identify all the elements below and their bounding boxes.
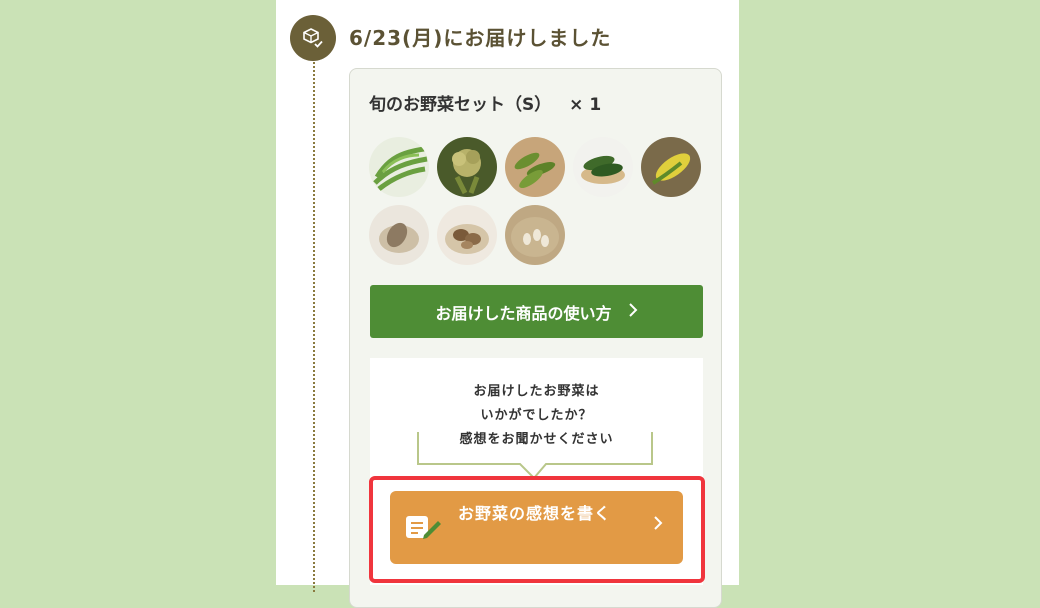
timeline-line [313, 62, 315, 592]
package-check-icon [290, 15, 336, 61]
note-pencil-icon [404, 513, 444, 547]
delivery-status-title: 6/23(月)にお届けしました [349, 26, 612, 50]
veg-thumb-corn [641, 137, 701, 197]
veg-thumb-zucchini [573, 137, 633, 197]
product-quantity: × 1 [569, 95, 602, 115]
veg-thumb-beans [505, 205, 565, 265]
veg-thumb-taro [369, 205, 429, 265]
write-review-button[interactable]: お野菜の感想を書く [390, 491, 683, 564]
product-name: 旬のお野菜セット（S） [369, 95, 552, 115]
chevron-right-icon [628, 302, 638, 321]
product-name-row: 旬のお野菜セット（S） × 1 [369, 90, 601, 115]
write-review-label: お野菜の感想を書く [458, 504, 612, 523]
veg-thumb-mushroom [437, 205, 497, 265]
chevron-right-icon [653, 515, 663, 535]
veg-thumb-greens [369, 137, 429, 197]
product-usage-label: お届けした商品の使い方 [435, 303, 612, 323]
product-usage-button[interactable]: お届けした商品の使い方 [370, 285, 703, 338]
veg-thumb-edamame [505, 137, 565, 197]
veg-thumb-broccoli [437, 137, 497, 197]
review-prompt-text: お届けしたお野菜は いかがでしたか？ 感想をお聞かせください [459, 384, 614, 447]
